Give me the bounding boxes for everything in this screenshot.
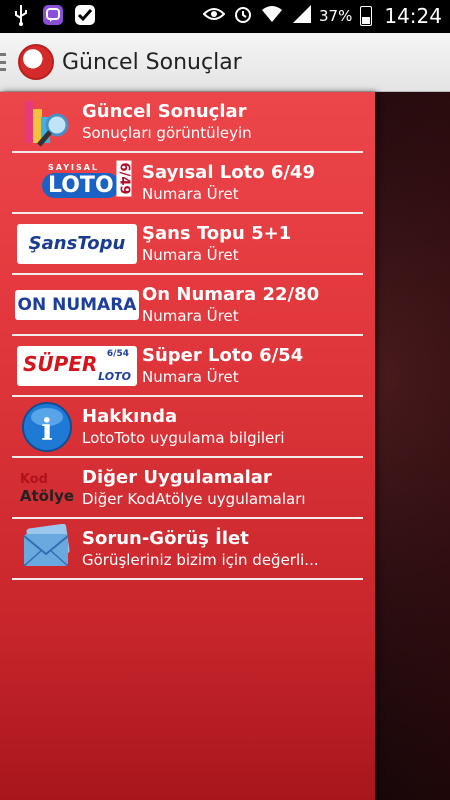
menu-item-subtitle: Diğer KodAtölye uygulamaları xyxy=(82,489,306,508)
menu-item-title: Sayısal Loto 6/49 xyxy=(142,161,315,183)
logo-text: LOTO xyxy=(42,172,120,198)
navigation-drawer: Güncel Sonuçlar Sonuçları görüntüleyin S… xyxy=(0,92,375,800)
menu-item-diger-uygulamalar[interactable]: Kod Atölye Diğer Uygulamalar Diğer KodAt… xyxy=(12,458,363,519)
info-icon: i xyxy=(12,401,82,453)
action-bar: Güncel Sonuçlar xyxy=(0,33,450,92)
logo-text: ON NUMARA xyxy=(17,294,137,315)
menu-item-title: On Numara 22/80 xyxy=(142,283,320,305)
menu-item-sans-topu[interactable]: ŞansTopu Şans Topu 5+1 Numara Üret xyxy=(12,214,363,275)
logo-text: SÜPER xyxy=(23,351,98,376)
menu-item-sorun-gorus[interactable]: Sorun-Görüş İlet Görüşleriniz bizim için… xyxy=(12,519,363,580)
menu-item-subtitle: Numara Üret xyxy=(142,184,239,203)
info-letter: i xyxy=(41,413,52,448)
chart-magnifier-icon xyxy=(12,96,82,148)
drawer-menu: Güncel Sonuçlar Sonuçları görüntüleyin S… xyxy=(12,92,363,580)
wifi-icon xyxy=(261,5,283,27)
page-title: Güncel Sonuçlar xyxy=(62,49,242,75)
menu-item-hakkinda[interactable]: i Hakkında LotoToto uygulama bilgileri xyxy=(12,397,363,458)
menu-item-super-loto[interactable]: SÜPER 6/54 LOTO Süper Loto 6/54 Numara Ü… xyxy=(12,336,363,397)
clock: 14:24 xyxy=(384,4,442,28)
menu-item-subtitle: Numara Üret xyxy=(142,245,239,264)
drawer-indicator-icon[interactable] xyxy=(0,53,6,71)
usb-icon xyxy=(10,4,32,26)
battery-icon xyxy=(360,6,373,26)
logo-text: SAYISAL xyxy=(48,162,100,172)
menu-item-title: Diğer Uygulamalar xyxy=(82,466,272,488)
sans-topu-logo: ŞansTopu xyxy=(12,218,142,270)
logo-text: Atölye xyxy=(19,486,75,505)
menu-item-on-numara[interactable]: ON NUMARA On Numara 22/80 Numara Üret xyxy=(12,275,363,336)
logo-text: Kod xyxy=(19,471,48,487)
menu-item-guncel-sonuclar[interactable]: Güncel Sonuçlar Sonuçları görüntüleyin xyxy=(12,92,363,153)
battery-percent: 37% xyxy=(319,7,353,25)
logo-text: 6/54 xyxy=(106,348,129,359)
viber-icon xyxy=(42,4,64,26)
logo-text: LOTO xyxy=(98,369,131,383)
menu-item-subtitle: Görüşleriniz bizim için değerli... xyxy=(82,550,319,569)
menu-item-title: Güncel Sonuçlar xyxy=(82,100,247,122)
menu-item-title: Sorun-Görüş İlet xyxy=(82,527,249,549)
envelope-icon xyxy=(12,523,82,575)
menu-item-title: Hakkında xyxy=(82,405,178,427)
kodatolye-logo: Kod Atölye xyxy=(12,462,82,514)
menu-item-subtitle: Numara Üret xyxy=(142,306,239,325)
on-numara-logo: ON NUMARA xyxy=(12,279,142,331)
eye-icon xyxy=(202,6,226,26)
menu-item-subtitle: LotoToto uygulama bilgileri xyxy=(82,428,285,447)
logo-text: 6/49 xyxy=(116,160,132,196)
alarm-icon xyxy=(233,4,253,28)
menu-item-title: Süper Loto 6/54 xyxy=(142,344,304,366)
menu-item-title: Şans Topu 5+1 xyxy=(142,222,292,244)
menu-item-subtitle: Sonuçları görüntüleyin xyxy=(82,123,252,142)
logo-text: ŞansTopu xyxy=(28,233,126,254)
signal-icon xyxy=(291,5,312,27)
super-loto-logo: SÜPER 6/54 LOTO xyxy=(12,340,142,392)
status-bar: 37% 14:24 xyxy=(0,0,450,33)
sayisal-loto-logo: SAYISAL LOTO 6/49 xyxy=(12,157,142,209)
app-logo[interactable] xyxy=(18,44,54,80)
menu-item-sayisal-loto[interactable]: SAYISAL LOTO 6/49 Sayısal Loto 6/49 Numa… xyxy=(12,153,363,214)
menu-item-subtitle: Numara Üret xyxy=(142,367,239,386)
check-icon xyxy=(74,4,96,26)
